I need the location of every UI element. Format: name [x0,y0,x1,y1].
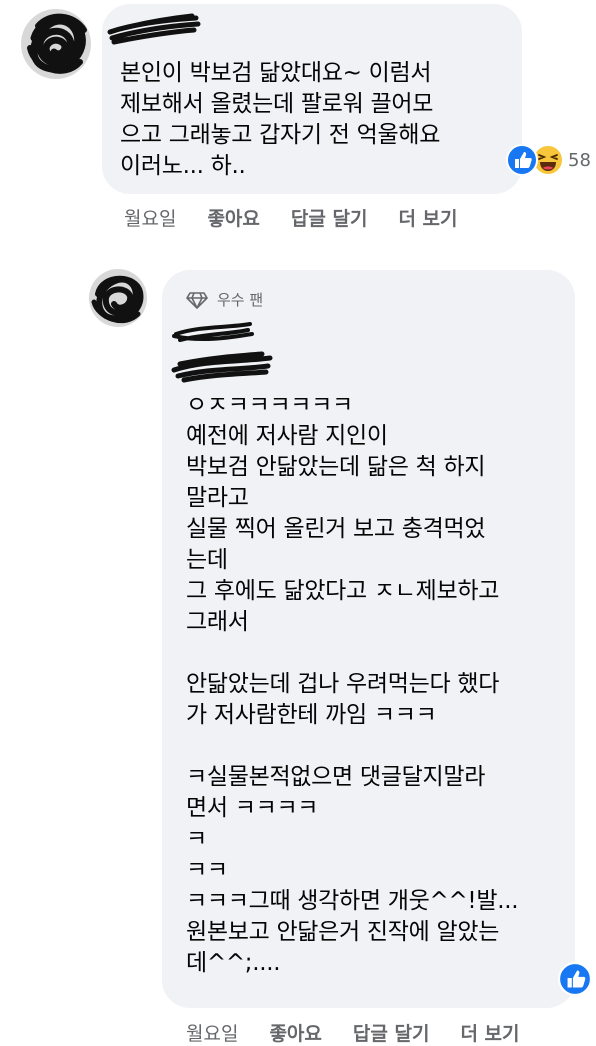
reaction-count: 58 [568,149,591,171]
comment-text: ㅇㅈㅋㅋㅋㅋㅋㅋ 예전에 저사람 지인이 박보검 안닮았는데 닮은 척 하지 말… [186,392,519,976]
badge-label: 우수 팬 [217,291,264,309]
comment-actions: 월요일 좋아요 답글 달기 더 보기 [124,204,489,231]
top-fan-badge[interactable]: 우수 팬 [186,289,263,310]
timestamp[interactable]: 월요일 [124,204,176,231]
like-icon [506,144,538,176]
avatar[interactable] [20,8,92,80]
timestamp[interactable]: 월요일 [186,1019,238,1046]
like-button[interactable]: 좋아요 [207,204,259,231]
reactions-summary[interactable] [558,962,592,996]
diamond-icon [186,291,208,309]
reactions-summary[interactable]: 58 [506,144,591,176]
comment-text: 본인이 박보검 닮았대요~ 이럼서 제보해서 올렸는데 팔로워 끌어모 으고 그… [120,60,441,179]
like-icon [558,962,592,996]
commenter-name[interactable] [170,320,280,386]
more-button[interactable]: 더 보기 [460,1019,519,1046]
reply-button[interactable]: 답글 달기 [353,1019,430,1046]
comment-actions: 월요일 좋아요 답글 달기 더 보기 [186,1019,551,1046]
reply-button[interactable]: 답글 달기 [291,204,368,231]
like-button[interactable]: 좋아요 [269,1019,321,1046]
commenter-name[interactable] [104,10,204,46]
avatar[interactable] [88,268,148,328]
more-button[interactable]: 더 보기 [398,204,457,231]
